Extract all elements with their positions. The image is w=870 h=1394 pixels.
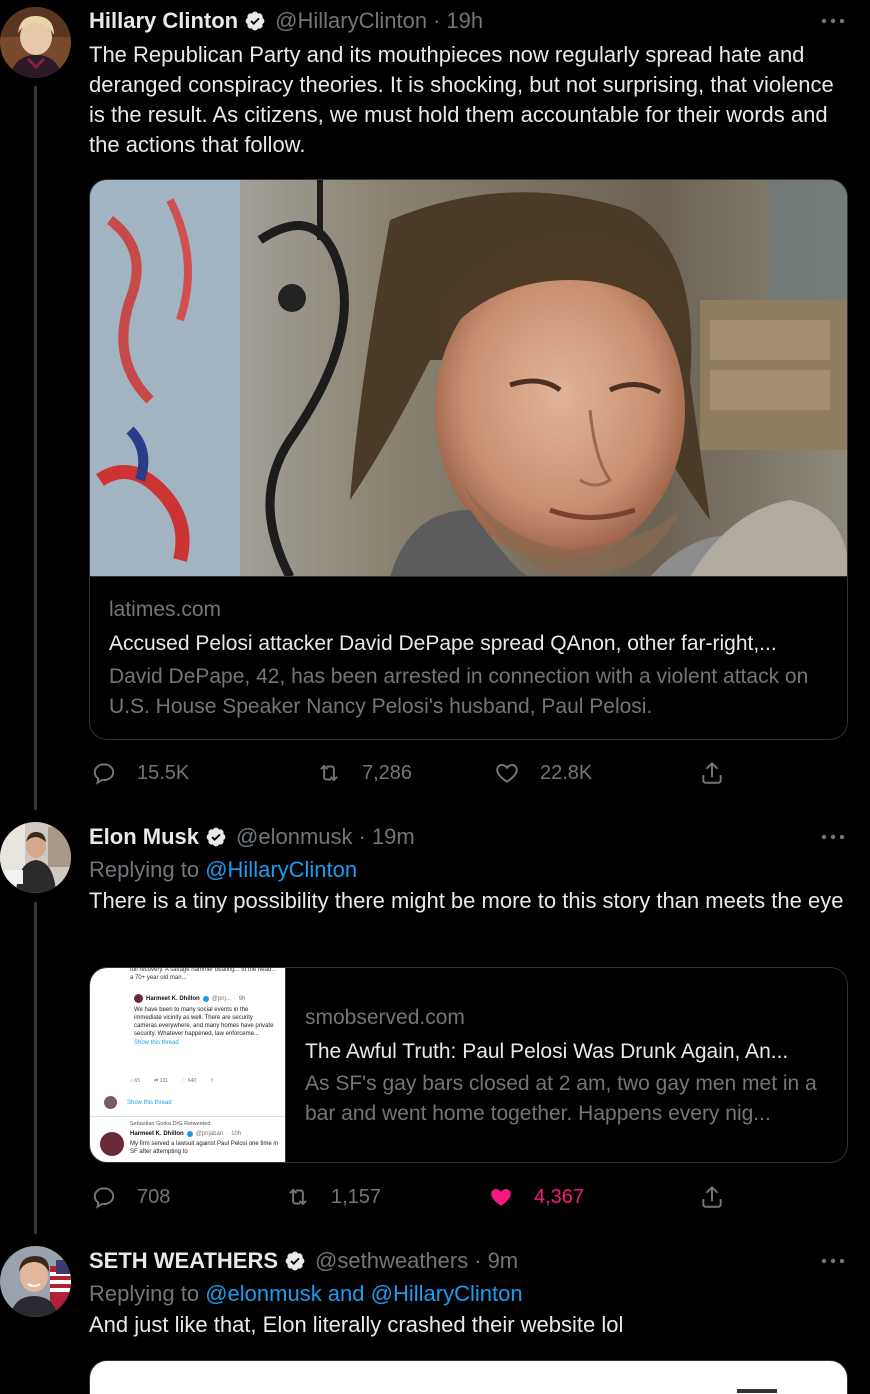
replying-to-link[interactable]: @HillaryClinton bbox=[205, 857, 357, 882]
retweet-button[interactable]: 1,157 bbox=[285, 1184, 381, 1210]
tweet-actions: 708 1,157 4,367 bbox=[89, 1182, 849, 1212]
share-button[interactable] bbox=[699, 1184, 725, 1210]
tweet-seth[interactable]: SETH WEATHERS @sethweathers · 9m Replyin… bbox=[0, 1234, 870, 1394]
separator-dot: · bbox=[433, 8, 441, 33]
author-name[interactable]: Elon Musk bbox=[89, 824, 199, 850]
card-domain: latimes.com bbox=[109, 598, 222, 621]
reply-icon bbox=[93, 1187, 115, 1209]
more-options-icon[interactable] bbox=[819, 1246, 847, 1276]
reply-count: 15.5K bbox=[137, 761, 190, 784]
retweet-button[interactable]: 7,286 bbox=[316, 760, 412, 786]
verified-badge-icon bbox=[245, 11, 265, 31]
retweet-count: 7,286 bbox=[362, 761, 413, 784]
reply-icon bbox=[93, 763, 115, 785]
card-domain: smobserved.com bbox=[305, 1006, 465, 1029]
thumb-quote-time: 9h bbox=[238, 995, 246, 1002]
separator-dot: · bbox=[474, 1248, 482, 1273]
thumb-quote2-text: My firm served a lawsuit against Paul Pe… bbox=[130, 1141, 279, 1155]
replying-to-label: Replying to bbox=[89, 857, 200, 882]
thumb-stat-rt: 131 bbox=[159, 1078, 168, 1084]
tweet-elon[interactable]: Elon Musk @elonmusk · 19m Replying to @H… bbox=[0, 810, 870, 1234]
thumb-top-text: full recovery. A savage hammer beating..… bbox=[130, 968, 277, 981]
replying-to: Replying to @elonmusk and @HillaryClinto… bbox=[89, 1278, 849, 1310]
replying-to-label: Replying to bbox=[89, 1281, 200, 1306]
like-count: 22.8K bbox=[540, 761, 593, 784]
avatar[interactable] bbox=[0, 7, 71, 78]
link-card[interactable]: latimes.com Accused Pelosi attacker Davi… bbox=[89, 179, 848, 740]
thumb-show-thread-2: Show this thread bbox=[127, 1099, 172, 1106]
replying-to: Replying to @HillaryClinton bbox=[89, 854, 849, 886]
like-button[interactable]: 4,367 bbox=[488, 1184, 584, 1210]
card-title[interactable]: Accused Pelosi attacker David DePape spr… bbox=[109, 632, 834, 656]
timestamp[interactable]: 9m bbox=[488, 1248, 519, 1274]
media-card[interactable] bbox=[89, 1360, 848, 1394]
thumb-stat-like: 640 bbox=[187, 1078, 197, 1084]
retweet-count: 1,157 bbox=[331, 1185, 382, 1208]
thumb-quote2-handle: @pnjaban bbox=[195, 1131, 224, 1137]
avatar[interactable] bbox=[0, 1246, 71, 1317]
card-image bbox=[90, 180, 847, 577]
tweet-header: Hillary Clinton @HillaryClinton · 19h bbox=[89, 6, 849, 36]
tweet-text: There is a tiny possibility there might … bbox=[89, 888, 844, 913]
tweet-hillary[interactable]: Hillary Clinton @HillaryClinton · 19h Th… bbox=[0, 0, 870, 810]
tweet-header: Elon Musk @elonmusk · 19m bbox=[89, 822, 849, 852]
replying-to-link[interactable]: @elonmusk and @HillaryClinton bbox=[205, 1281, 522, 1306]
thumb-quote-name: Harmeet K. Dhillon bbox=[146, 995, 200, 1002]
heart-icon bbox=[496, 764, 518, 783]
timestamp[interactable]: 19m bbox=[372, 824, 415, 850]
reply-button[interactable]: 708 bbox=[91, 1184, 170, 1210]
tweet-text: And just like that, Elon literally crash… bbox=[89, 1312, 624, 1337]
card-description: David DePape, 42, has been arrested in c… bbox=[109, 665, 809, 718]
retweet-icon bbox=[289, 1188, 307, 1206]
thumb-quote2-time: 10h bbox=[231, 1131, 242, 1137]
author-name[interactable]: SETH WEATHERS bbox=[89, 1248, 278, 1274]
verified-badge-icon bbox=[206, 827, 226, 847]
author-handle[interactable]: @sethweathers bbox=[315, 1248, 468, 1274]
author-handle[interactable]: @HillaryClinton bbox=[275, 8, 427, 34]
like-button[interactable]: 22.8K bbox=[494, 760, 592, 786]
card-thumbnail: full recovery. A savage hammer beating..… bbox=[90, 968, 286, 1162]
thumb-retweeted-by: Sebastian Gorka DrG Retweeted bbox=[130, 1121, 211, 1127]
thumb-quote-text: We have been to many social events in th… bbox=[134, 1007, 274, 1037]
separator-dot: · bbox=[358, 824, 366, 849]
thumb-quote-handle: @pnj... bbox=[211, 995, 231, 1002]
timestamp[interactable]: 19h bbox=[446, 8, 483, 34]
reply-count: 708 bbox=[137, 1185, 171, 1208]
avatar[interactable] bbox=[0, 822, 71, 893]
thumb-quote2-name: Harmeet K. Dhillon bbox=[130, 1131, 184, 1137]
more-options-icon[interactable] bbox=[819, 822, 847, 852]
more-options-icon[interactable] bbox=[819, 6, 847, 36]
retweet-icon bbox=[320, 764, 338, 782]
heart-filled-icon bbox=[491, 1188, 511, 1206]
like-count: 4,367 bbox=[534, 1185, 585, 1208]
thumb-show-thread: Show this thread bbox=[134, 1040, 179, 1046]
verified-badge-icon bbox=[285, 1251, 305, 1271]
tweet-text: The Republican Party and its mouthpieces… bbox=[89, 42, 834, 157]
share-icon bbox=[702, 1185, 722, 1208]
card-description: As SF's gay bars closed at 2 am, two gay… bbox=[305, 1072, 817, 1125]
share-icon bbox=[702, 761, 722, 784]
tweet-header: SETH WEATHERS @sethweathers · 9m bbox=[89, 1246, 849, 1276]
author-handle[interactable]: @elonmusk bbox=[236, 824, 353, 850]
share-button[interactable] bbox=[699, 760, 725, 786]
thumb-stat-reply: 65 bbox=[134, 1078, 140, 1084]
reply-button[interactable]: 15.5K bbox=[91, 760, 189, 786]
author-name[interactable]: Hillary Clinton bbox=[89, 8, 238, 34]
link-card[interactable]: full recovery. A savage hammer beating..… bbox=[89, 967, 848, 1163]
tweet-actions: 15.5K 7,286 22.8K bbox=[89, 758, 849, 788]
card-title[interactable]: The Awful Truth: Paul Pelosi Was Drunk A… bbox=[305, 1040, 830, 1064]
